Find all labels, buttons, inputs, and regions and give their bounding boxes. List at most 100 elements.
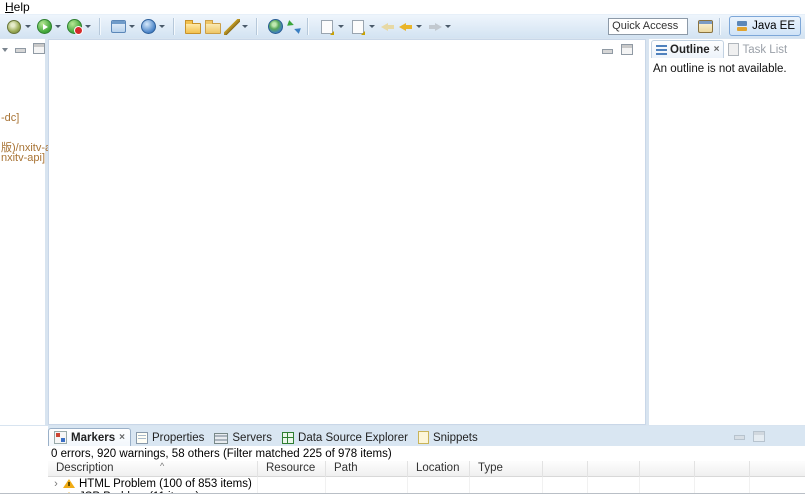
globe-icon xyxy=(268,19,283,34)
open-perspective-button[interactable] xyxy=(696,17,715,36)
tree-item-label[interactable]: -dc] xyxy=(1,112,19,124)
new-server-icon xyxy=(141,19,156,34)
forward-button[interactable] xyxy=(426,18,455,36)
tab-properties-label: Properties xyxy=(152,432,204,444)
last-edit-arrow-icon xyxy=(380,19,396,35)
tab-data-source-explorer-label: Data Source Explorer xyxy=(298,432,408,444)
import-button[interactable] xyxy=(183,17,203,37)
last-edit-location-button[interactable] xyxy=(379,18,397,36)
column-header-empty[interactable] xyxy=(695,461,750,477)
chevron-down-icon[interactable] xyxy=(129,25,135,28)
close-icon[interactable]: × xyxy=(119,432,125,443)
chevron-down-icon[interactable] xyxy=(242,25,248,28)
previous-annotation-button[interactable] xyxy=(348,17,379,37)
column-header-type[interactable]: Type xyxy=(470,461,543,477)
toolbar-group-run xyxy=(4,17,95,37)
tab-servers[interactable]: Servers xyxy=(209,429,277,446)
column-header-resource[interactable]: Resource xyxy=(258,461,326,477)
chevron-down-icon[interactable] xyxy=(85,25,91,28)
run-icon xyxy=(37,19,52,34)
column-label: Path xyxy=(334,462,358,474)
properties-icon xyxy=(136,432,148,444)
data-source-explorer-icon xyxy=(282,432,294,444)
tab-properties[interactable]: Properties xyxy=(131,429,209,446)
tab-markers[interactable]: Markers × xyxy=(48,428,131,446)
chevron-down-icon[interactable] xyxy=(369,25,375,28)
chevron-down-icon[interactable] xyxy=(416,25,422,28)
column-header-empty[interactable] xyxy=(640,461,695,477)
window-bottom-edge xyxy=(0,493,805,494)
minimize-icon[interactable] xyxy=(734,435,745,440)
outline-tab-bar: Outline × Task List xyxy=(649,39,805,58)
chevron-down-icon[interactable] xyxy=(25,25,31,28)
chevron-down-icon[interactable] xyxy=(445,25,451,28)
tree-item-label[interactable]: nxitv-api] xyxy=(1,152,45,164)
table-row[interactable]: › HTML Problem (100 of 853 items) xyxy=(48,477,805,490)
toolbar-separator xyxy=(173,18,175,35)
tab-markers-label: Markers xyxy=(71,432,115,444)
maximize-icon[interactable] xyxy=(33,43,45,54)
tab-outline[interactable]: Outline × xyxy=(651,40,724,58)
chevron-down-icon[interactable] xyxy=(338,25,344,28)
web-browser-button[interactable] xyxy=(266,17,285,36)
column-header-empty[interactable] xyxy=(750,461,805,477)
run-external-button[interactable] xyxy=(65,17,95,36)
synchronize-button[interactable] xyxy=(285,18,303,36)
javaee-perspective-icon xyxy=(736,20,748,32)
brush-icon xyxy=(224,19,240,35)
tab-servers-label: Servers xyxy=(232,432,272,444)
column-label: Resource xyxy=(266,462,315,474)
next-annotation-button[interactable] xyxy=(317,17,348,37)
export-folder-icon xyxy=(205,23,221,34)
task-list-icon xyxy=(728,43,739,56)
menu-help[interactable]: Help xyxy=(5,0,30,14)
toolbar-separator xyxy=(307,18,309,35)
import-folder-icon xyxy=(185,23,201,34)
export-button[interactable] xyxy=(203,17,223,37)
new-wizard-button[interactable] xyxy=(4,17,35,37)
back-button[interactable] xyxy=(397,18,426,36)
new-javaee-project-button[interactable] xyxy=(109,17,139,36)
column-header-location[interactable]: Location xyxy=(408,461,470,477)
menu-bar: Help xyxy=(0,0,805,14)
chevron-down-icon[interactable] xyxy=(55,25,61,28)
bottom-tab-bar: Markers × Properties Servers Data Source… xyxy=(48,426,805,446)
column-label: Location xyxy=(416,462,459,474)
perspective-label: Java EE xyxy=(752,20,795,32)
sync-arrows-icon xyxy=(286,19,302,35)
open-perspective-icon xyxy=(698,20,713,33)
maximize-icon[interactable] xyxy=(753,431,765,442)
quick-access-input[interactable] xyxy=(608,18,688,35)
workbench-main: -dc] 版)/nxitv-a nxitv-api] Outline × Tas… xyxy=(0,38,805,426)
menu-help-rest: elp xyxy=(14,0,30,14)
mark-occurrences-button[interactable] xyxy=(223,18,252,36)
tab-snippets[interactable]: Snippets xyxy=(413,429,483,446)
bottom-panel: Markers × Properties Servers Data Source… xyxy=(0,426,805,499)
maximize-icon[interactable] xyxy=(621,44,633,55)
column-header-empty[interactable] xyxy=(588,461,640,477)
chevron-down-icon[interactable] xyxy=(159,25,165,28)
row-label: HTML Problem (100 of 853 items) xyxy=(79,478,252,490)
previous-annotation-icon xyxy=(352,20,364,34)
minimize-icon[interactable] xyxy=(15,48,26,53)
column-header-empty[interactable] xyxy=(543,461,588,477)
close-icon[interactable]: × xyxy=(714,44,720,55)
run-external-icon xyxy=(67,19,82,34)
minimize-icon[interactable] xyxy=(602,49,613,54)
toolbar-right-cluster: Java EE xyxy=(608,16,801,36)
expand-chevron-icon[interactable]: › xyxy=(51,478,61,490)
run-button[interactable] xyxy=(35,17,65,36)
editor-area[interactable] xyxy=(48,39,646,425)
markers-table-body: › HTML Problem (100 of 853 items) › JSP … xyxy=(48,477,805,493)
bottom-panel-controls xyxy=(734,431,765,442)
perspective-javaee-button[interactable]: Java EE xyxy=(729,16,801,36)
new-server-button[interactable] xyxy=(139,17,169,36)
column-header-path[interactable]: Path xyxy=(326,461,408,477)
tab-data-source-explorer[interactable]: Data Source Explorer xyxy=(277,429,413,446)
toolbar-group-web xyxy=(266,17,303,36)
forward-arrow-icon xyxy=(427,19,443,35)
column-header-description[interactable]: Description^ xyxy=(48,461,258,477)
tab-task-list[interactable]: Task List xyxy=(724,41,791,58)
back-arrow-icon xyxy=(398,19,414,35)
view-menu-icon[interactable] xyxy=(2,48,8,52)
